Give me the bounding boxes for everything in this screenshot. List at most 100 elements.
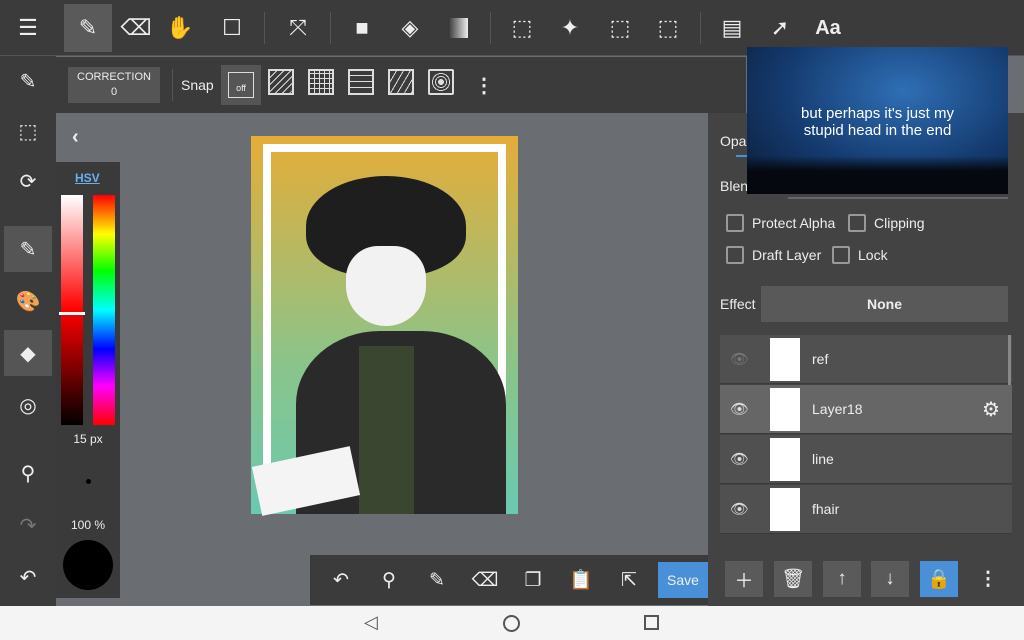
caption-line-1: but perhaps it's just my — [801, 105, 954, 122]
canvas-artwork[interactable] — [251, 136, 518, 516]
more-icon[interactable]: ⋮ — [969, 561, 1007, 597]
eye-icon[interactable]: 👁 — [730, 450, 749, 468]
move-tool-icon[interactable]: ⤧ — [274, 4, 322, 52]
redo-icon[interactable]: ↷ — [4, 502, 52, 548]
effect-label: Effect — [720, 296, 756, 312]
android-nav-bar: ◁ — [0, 606, 1024, 640]
layers-icon[interactable]: ◆ — [4, 330, 52, 376]
select-pen-icon[interactable]: ⬚ — [596, 4, 644, 52]
panel-icon[interactable]: ▤ — [708, 4, 756, 52]
undo-icon[interactable]: ↶ — [322, 561, 360, 599]
perspective-snap-icon[interactable] — [348, 69, 374, 95]
move-layer-down-icon[interactable]: ↓ — [871, 561, 909, 597]
layer-thumbnail — [770, 438, 800, 481]
protect-alpha-checkbox[interactable]: Protect Alpha — [726, 214, 835, 232]
correction-value: 0 — [110, 86, 118, 98]
eyedropper-icon[interactable]: ⚲ — [4, 450, 52, 496]
fill-rect-icon[interactable]: ■ — [338, 4, 386, 52]
layer-thumbnail — [770, 488, 800, 531]
eyedropper-icon[interactable]: ⚲ — [370, 561, 408, 599]
parallel-snap-icon[interactable] — [268, 69, 294, 95]
brush-preview — [86, 479, 91, 484]
lock-checkbox[interactable]: Lock — [832, 246, 888, 264]
add-layer-icon[interactable]: ＋ — [725, 561, 763, 597]
lock-label: Lock — [858, 247, 888, 263]
snap-off-button[interactable]: off — [221, 65, 261, 105]
lock-layer-icon[interactable]: 🔒 — [920, 561, 958, 597]
layer-name: Layer18 — [812, 401, 863, 417]
layer-scrollbar[interactable] — [1008, 335, 1011, 385]
pointer-icon[interactable]: ➚ — [756, 4, 804, 52]
bucket-icon[interactable]: ◈ — [386, 4, 434, 52]
magic-wand-icon[interactable]: ✦ — [546, 4, 594, 52]
rotate-canvas-icon[interactable]: ⟳ — [4, 158, 52, 204]
select-rect-icon[interactable]: ⬚ — [498, 4, 546, 52]
layer-row-selected[interactable]: 👁 Layer18 ⚙ — [720, 385, 1012, 434]
overlay-image: but perhaps it's just my stupid head in t… — [747, 47, 1008, 194]
brush-size[interactable]: 15 px — [56, 432, 120, 446]
draft-layer-label: Draft Layer — [752, 247, 822, 263]
copy-icon[interactable]: ❐ — [514, 561, 552, 599]
snap-off-label: off — [228, 72, 254, 98]
pen-icon[interactable]: ✎ — [418, 561, 456, 599]
grid-snap-icon[interactable] — [308, 69, 334, 95]
home-icon[interactable] — [503, 615, 520, 632]
save-button[interactable]: Save — [658, 562, 708, 598]
snap-label: Snap — [181, 77, 214, 93]
hand-tool-icon[interactable]: ✋ — [156, 4, 204, 52]
circle-snap-icon[interactable] — [428, 69, 454, 95]
eye-icon[interactable]: 👁 — [730, 350, 749, 368]
gradient-icon[interactable] — [434, 4, 482, 52]
pen-tool-icon[interactable]: ✎ — [64, 4, 112, 52]
eye-icon[interactable]: 👁 — [730, 400, 749, 418]
layer-thumbnail — [770, 338, 800, 381]
select-eraser-icon[interactable]: ⬚ — [644, 4, 692, 52]
draft-layer-checkbox[interactable]: Draft Layer — [726, 246, 821, 264]
layer-name: ref — [812, 351, 829, 367]
eraser-icon[interactable]: ⌫ — [466, 561, 504, 599]
more-icon[interactable]: ⋮ — [474, 73, 494, 98]
undo-icon[interactable]: ↶ — [4, 554, 52, 600]
layer-row[interactable]: 👁 ref — [720, 335, 1012, 384]
protect-alpha-label: Protect Alpha — [752, 215, 836, 231]
correction-label: CORRECTION — [77, 71, 151, 83]
color-panel: HSV 15 px 100 % — [56, 162, 120, 598]
eye-icon[interactable]: 👁 — [730, 500, 749, 518]
opacity-label: Opa — [720, 133, 747, 149]
radial-snap-icon[interactable] — [388, 69, 414, 95]
clipping-checkbox[interactable]: Clipping — [848, 214, 925, 232]
current-color-swatch[interactable] — [63, 540, 113, 590]
brush-options-bar: CORRECTION 0 Snap off ⋮ — [56, 57, 746, 113]
export-icon[interactable]: ⇱ — [610, 561, 648, 599]
saturation-slider[interactable] — [61, 195, 83, 425]
correction-button[interactable]: CORRECTION 0 — [68, 67, 160, 103]
paste-icon[interactable]: 📋 — [562, 561, 600, 599]
recents-icon[interactable] — [644, 615, 659, 630]
shape-tool-icon[interactable]: ☐ — [208, 4, 256, 52]
menu-icon[interactable]: ☰ — [4, 4, 52, 52]
blend-select[interactable] — [788, 197, 1008, 199]
palette-icon[interactable]: 🎨 — [4, 278, 52, 324]
layer-row[interactable]: 👁 line — [720, 435, 1012, 484]
layer-actions-bar: ＋ 🗑 ↑ ↓ 🔒 ⋮ — [708, 555, 1024, 605]
hue-slider[interactable] — [93, 195, 115, 425]
effect-select[interactable]: None — [761, 286, 1008, 322]
text-tool[interactable]: Aa — [804, 4, 852, 52]
gear-icon[interactable]: ⚙ — [982, 397, 1000, 422]
material-icon[interactable]: ◎ — [4, 382, 52, 428]
left-toolbar: ✎ ⬚ ⟳ ✎ 🎨 ◆ ◎ ⚲ ↷ ↶ — [0, 56, 56, 606]
collapse-chevron-icon[interactable]: ‹ — [72, 126, 79, 149]
brush-opacity[interactable]: 100 % — [56, 518, 120, 532]
edit-icon[interactable]: ✎ — [4, 58, 52, 104]
brush-icon[interactable]: ✎ — [4, 226, 52, 272]
hsv-mode-tab[interactable]: HSV — [75, 171, 100, 185]
layer-row[interactable]: 👁 fhair — [720, 485, 1012, 534]
eraser-tool-icon[interactable]: ⌫ — [112, 4, 160, 52]
delete-layer-icon[interactable]: 🗑 — [774, 561, 812, 597]
move-layer-up-icon[interactable]: ↑ — [823, 561, 861, 597]
bottom-toolbar: ↶ ⚲ ✎ ⌫ ❐ 📋 ⇱ Save — [310, 555, 708, 605]
back-icon[interactable]: ◁ — [364, 612, 378, 633]
layer-thumbnail — [770, 388, 800, 431]
selection-icon[interactable]: ⬚ — [4, 108, 52, 154]
overlay-caption: but perhaps it's just my stupid head in t… — [747, 105, 1008, 139]
